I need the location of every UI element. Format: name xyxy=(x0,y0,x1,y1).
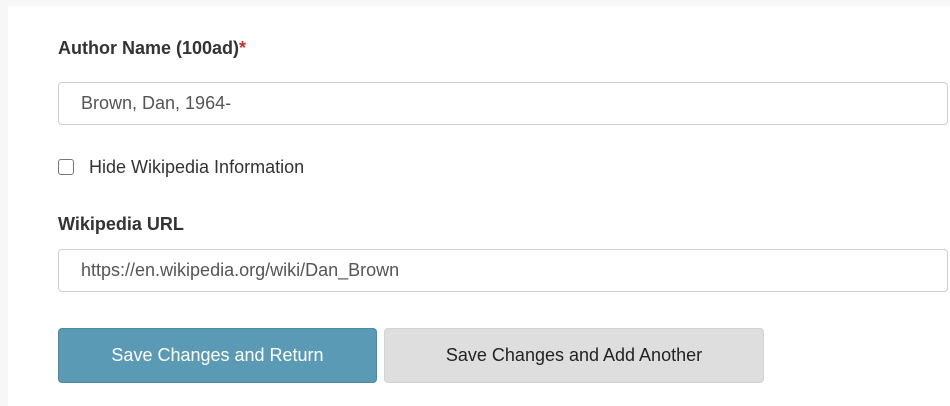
save-and-return-button[interactable]: Save Changes and Return xyxy=(58,328,377,383)
hide-wikipedia-checkbox[interactable] xyxy=(58,159,74,175)
hide-wikipedia-label[interactable]: Hide Wikipedia Information xyxy=(89,157,304,178)
author-name-label-text: Author Name (100ad) xyxy=(58,38,240,58)
author-name-input[interactable] xyxy=(58,82,948,125)
hide-wikipedia-row[interactable]: Hide Wikipedia Information xyxy=(58,154,304,180)
wikipedia-url-label-text: Wikipedia URL xyxy=(58,214,184,234)
author-name-label: Author Name (100ad)* xyxy=(58,38,246,59)
required-marker: * xyxy=(239,38,247,58)
wikipedia-url-input[interactable] xyxy=(58,249,948,292)
wikipedia-url-label: Wikipedia URL xyxy=(58,214,184,235)
save-and-add-another-button[interactable]: Save Changes and Add Another xyxy=(384,328,764,383)
